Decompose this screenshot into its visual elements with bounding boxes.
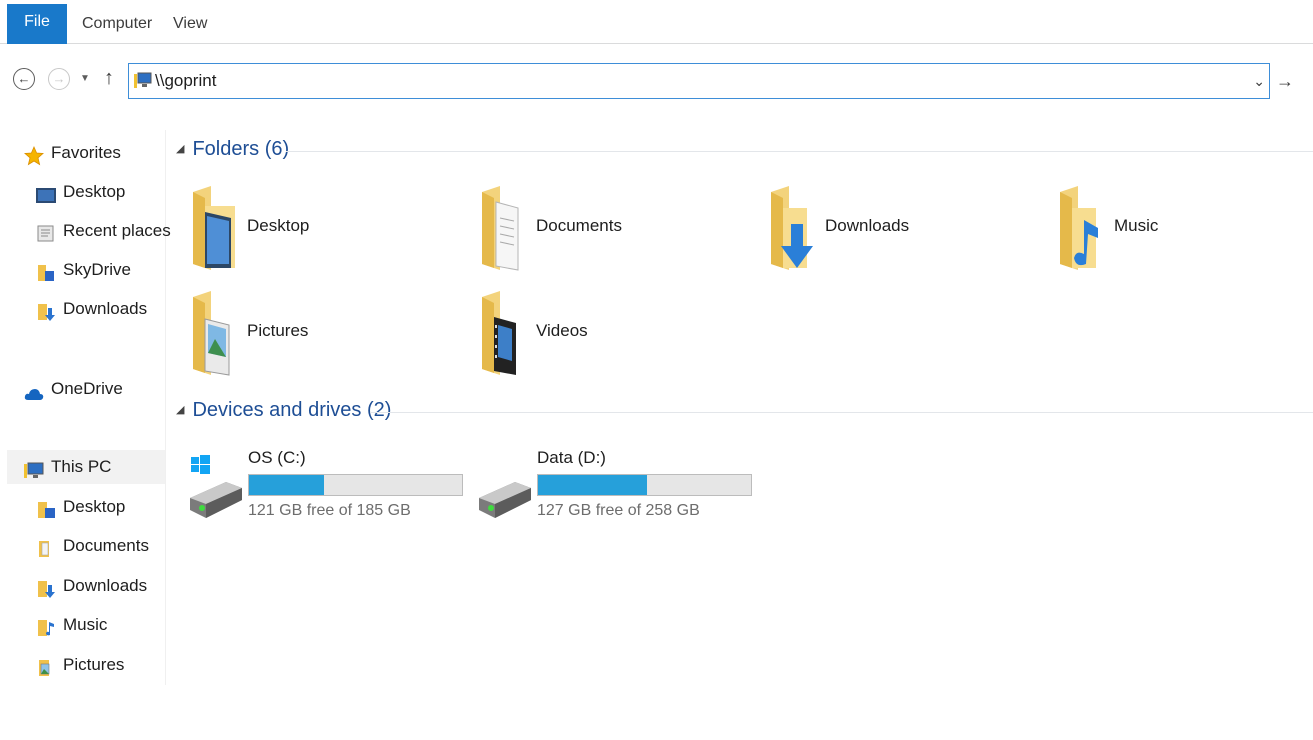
folder-label: Downloads [825,216,910,235]
group-divider [370,412,1313,413]
devices-group-title: Devices and drives (2) [192,399,392,421]
sidebar-item-label: Downloads [63,299,148,318]
folder-music[interactable]: Music [1058,184,1313,284]
drive-usage-bar [537,474,752,496]
back-button[interactable]: ← [13,68,35,90]
this-pc-icon [134,72,152,95]
drive-name: Data (D:) [537,448,606,467]
music-folder-icon [36,616,56,650]
sidebar-item-label: This PC [51,457,112,476]
folder-pictures[interactable]: Pictures [191,289,461,389]
go-arrow-icon: → [1276,71,1294,91]
sidebar-item-label: Recent places [63,221,171,240]
address-dropdown-icon[interactable]: ⌄ [1253,64,1265,98]
forward-button[interactable]: → [48,68,70,90]
tab-view[interactable]: View [173,5,207,43]
windows-drive-icon [190,455,242,518]
devices-group-header[interactable]: ◢ Devices and drives (2) [176,399,391,427]
chevron-down-icon: ▼ [80,73,90,84]
desktop-icon [36,183,56,217]
desktop-folder-icon [36,498,56,532]
drive-free-space: 127 GB free of 258 GB [537,502,700,519]
forward-arrow-icon: → [52,71,66,86]
skydrive-icon [36,261,56,295]
drive-name: OS (C:) [248,448,306,467]
documents-folder-icon [36,537,56,571]
this-pc-icon [24,458,44,492]
pictures-folder-icon [193,291,230,376]
drive-usage-fill [249,475,324,495]
hard-drive-icon [479,482,531,518]
drive-usage-bar [248,474,463,496]
folders-group-header[interactable]: ◢ Folders (6) [176,138,289,166]
sidebar-item-label: SkyDrive [63,260,132,279]
folder-documents[interactable]: Documents [480,184,750,284]
star-icon [24,144,44,178]
collapse-triangle-icon: ◢ [176,404,185,416]
recent-locations-button[interactable]: ▼ [80,68,90,90]
sidebar-item-label: Documents [63,536,149,555]
downloads-folder-icon [771,186,813,270]
folders-group-title: Folders (6) [192,138,290,160]
tab-computer[interactable]: Computer [82,5,152,43]
go-button[interactable]: → [1276,63,1294,99]
up-button[interactable]: ↑ [104,66,114,90]
folder-label: Music [1114,216,1159,235]
downloads-icon [36,300,56,334]
pictures-folder-icon [36,656,56,690]
desktop-folder-icon [193,186,235,270]
drive-usage-fill [538,475,647,495]
folder-label: Pictures [247,321,309,340]
folder-label: Videos [536,321,588,340]
drive-d[interactable]: Data (D:) 127 GB free of 258 GB [477,448,757,542]
tab-file[interactable]: File [7,4,67,44]
group-divider [286,151,1313,152]
recent-places-icon [36,222,56,256]
folder-label: Documents [536,216,622,235]
documents-folder-icon [482,186,519,271]
sidebar-item-label: Pictures [63,655,125,674]
drive-free-space: 121 GB free of 185 GB [248,502,411,519]
sidebar-item-this-pc[interactable]: This PC [7,450,165,484]
music-folder-icon [1060,186,1098,270]
ribbon: File Computer View [0,0,1313,44]
address-bar[interactable]: \\goprint ⌄ [128,63,1270,99]
folder-label: Desktop [247,216,310,235]
back-arrow-icon: ← [17,71,31,86]
sidebar-item-label: Music [63,615,108,634]
up-arrow-icon: ↑ [104,67,114,89]
folder-videos[interactable]: Videos [480,289,750,389]
folder-downloads[interactable]: Downloads [769,184,1039,284]
sidebar-item-label: OneDrive [51,379,123,398]
sidebar-item-label: Desktop [63,497,126,516]
navigation-pane: Favorites Desktop Recent places SkyDrive… [0,130,171,685]
drive-c[interactable]: OS (C:) 121 GB free of 185 GB [188,448,468,542]
onedrive-cloud-icon [24,380,44,414]
sidebar-item-label: Favorites [51,143,121,162]
downloads-folder-icon [36,577,56,611]
address-input[interactable]: \\goprint [155,64,216,98]
videos-folder-icon [482,291,516,375]
folder-desktop[interactable]: Desktop [191,184,461,284]
sidebar-item-label: Downloads [63,576,148,595]
collapse-triangle-icon: ◢ [176,143,185,155]
sidebar-item-label: Desktop [63,182,126,201]
